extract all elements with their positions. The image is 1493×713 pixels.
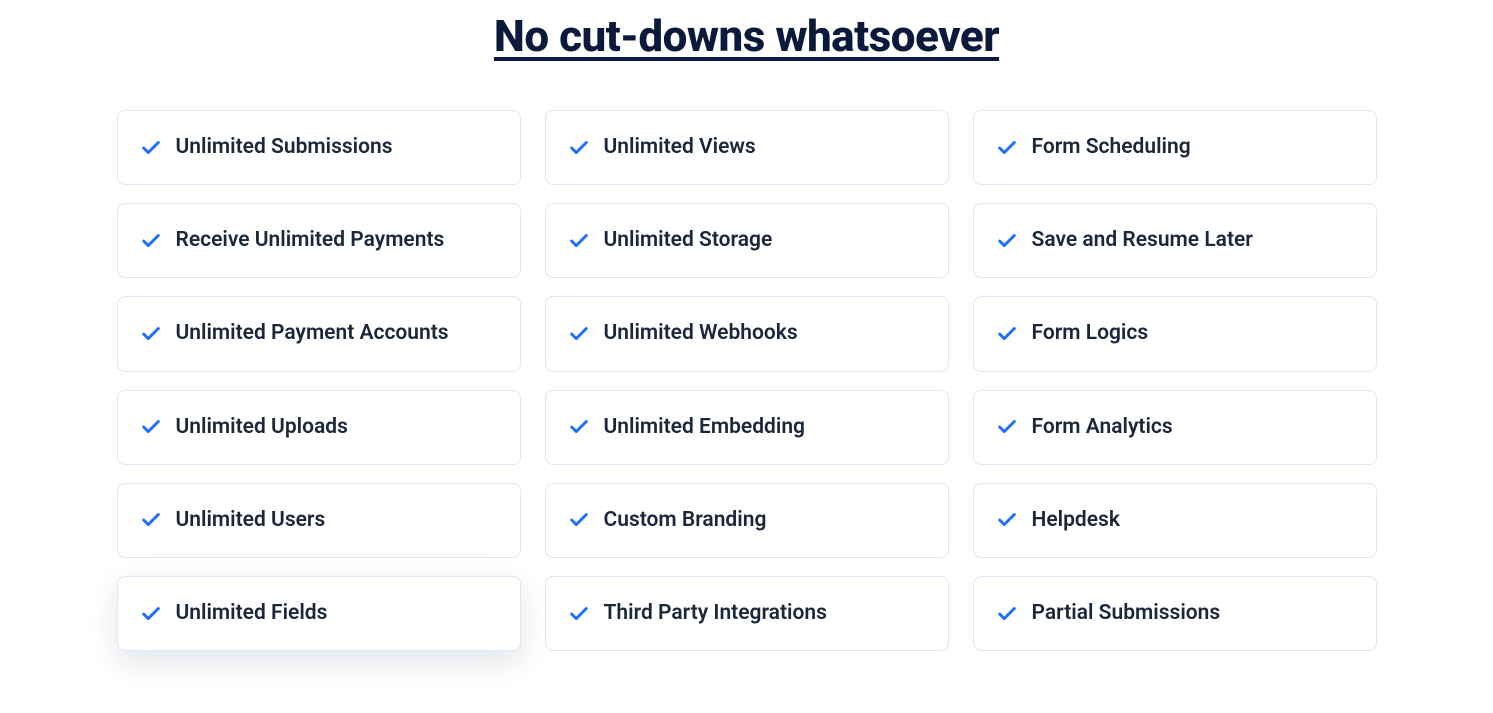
features-grid: Unlimited Submissions Unlimited Views Form… <box>57 110 1437 651</box>
check-icon <box>140 323 162 345</box>
feature-label: Custom Branding <box>604 508 767 533</box>
feature-card: Helpdesk <box>973 483 1377 558</box>
feature-label: Unlimited Payment Accounts <box>176 321 449 346</box>
check-icon <box>568 230 590 252</box>
feature-label: Unlimited Submissions <box>176 135 393 160</box>
check-icon <box>140 137 162 159</box>
feature-label: Unlimited Embedding <box>604 415 806 440</box>
feature-label: Receive Unlimited Payments <box>176 228 445 253</box>
feature-card: Custom Branding <box>545 483 949 558</box>
feature-card: Save and Resume Later <box>973 203 1377 278</box>
feature-card: Unlimited Webhooks <box>545 296 949 371</box>
check-icon <box>568 603 590 625</box>
feature-card: Form Logics <box>973 296 1377 371</box>
feature-card: Third Party Integrations <box>545 576 949 651</box>
feature-card: Unlimited Fields <box>117 576 521 651</box>
feature-label: Helpdesk <box>1032 508 1120 533</box>
feature-card: Unlimited Submissions <box>117 110 521 185</box>
feature-card: Unlimited Views <box>545 110 949 185</box>
feature-label: Third Party Integrations <box>604 601 827 626</box>
check-icon <box>996 323 1018 345</box>
feature-card: Partial Submissions <box>973 576 1377 651</box>
feature-label: Form Analytics <box>1032 415 1173 440</box>
feature-label: Unlimited Users <box>176 508 326 533</box>
check-icon <box>140 509 162 531</box>
section-heading: No cut-downs whatsoever <box>0 10 1493 62</box>
feature-label: Save and Resume Later <box>1032 228 1253 253</box>
feature-card: Form Scheduling <box>973 110 1377 185</box>
feature-card: Unlimited Payment Accounts <box>117 296 521 371</box>
check-icon <box>568 137 590 159</box>
feature-label: Unlimited Views <box>604 135 756 160</box>
feature-card: Unlimited Uploads <box>117 390 521 465</box>
check-icon <box>140 603 162 625</box>
check-icon <box>568 416 590 438</box>
feature-label: Unlimited Storage <box>604 228 773 253</box>
feature-label: Form Scheduling <box>1032 135 1191 160</box>
feature-label: Unlimited Webhooks <box>604 321 798 346</box>
feature-card: Form Analytics <box>973 390 1377 465</box>
feature-label: Unlimited Fields <box>176 601 328 626</box>
feature-label: Form Logics <box>1032 321 1149 346</box>
feature-label: Unlimited Uploads <box>176 415 348 440</box>
check-icon <box>996 509 1018 531</box>
check-icon <box>140 230 162 252</box>
check-icon <box>996 603 1018 625</box>
feature-card: Unlimited Embedding <box>545 390 949 465</box>
feature-card: Receive Unlimited Payments <box>117 203 521 278</box>
check-icon <box>140 416 162 438</box>
check-icon <box>568 323 590 345</box>
check-icon <box>996 416 1018 438</box>
feature-card: Unlimited Users <box>117 483 521 558</box>
check-icon <box>996 230 1018 252</box>
check-icon <box>568 509 590 531</box>
feature-card: Unlimited Storage <box>545 203 949 278</box>
feature-label: Partial Submissions <box>1032 601 1221 626</box>
check-icon <box>996 137 1018 159</box>
